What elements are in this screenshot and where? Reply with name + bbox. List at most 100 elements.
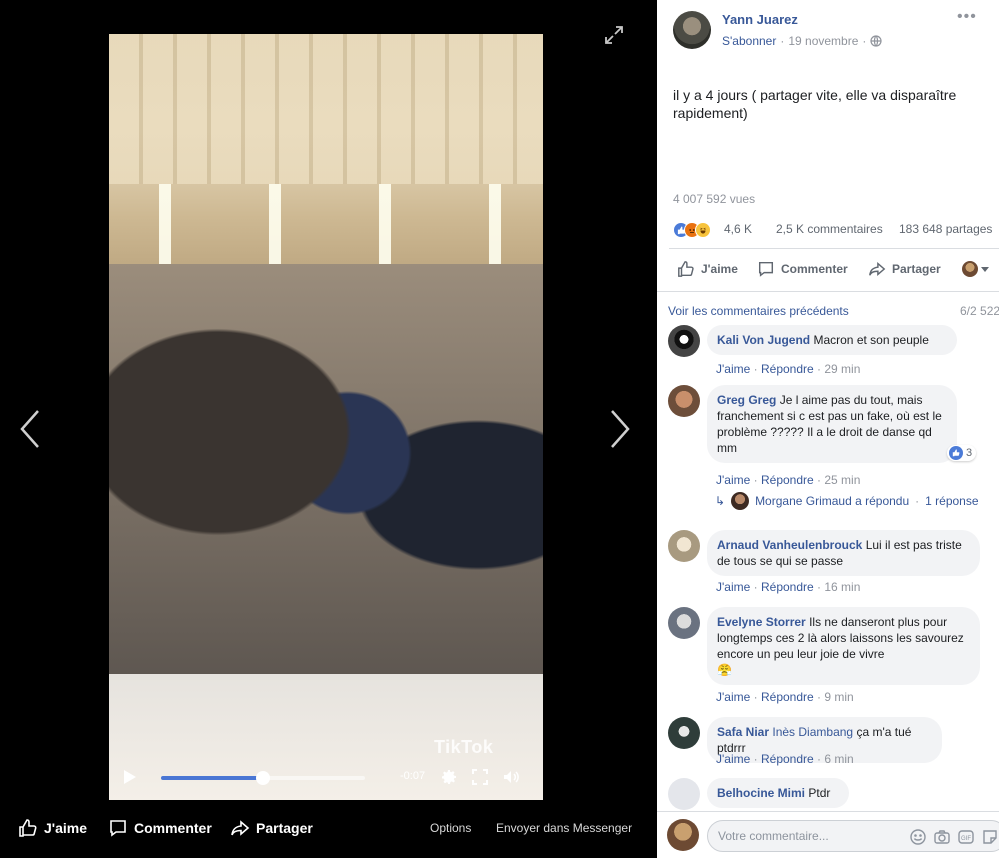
post-meta: S'abonner · 19 novembre · — [722, 34, 882, 48]
options-link[interactable]: Options — [430, 821, 471, 835]
comment-reply-link[interactable]: Répondre — [761, 362, 814, 376]
tiktok-watermark: TikTok — [434, 737, 494, 757]
comment-like-link[interactable]: J'aime — [716, 690, 750, 704]
share-icon — [231, 820, 250, 836]
previous-comments-link[interactable]: Voir les commentaires précédents — [668, 304, 849, 318]
share-label: Partager — [892, 262, 941, 276]
theater-share-label: Partager — [256, 820, 313, 836]
reply-count[interactable]: 1 réponse — [925, 494, 978, 508]
caret-down-icon — [981, 267, 989, 272]
camera-icon[interactable] — [933, 828, 951, 846]
expand-icon[interactable] — [603, 24, 625, 46]
author-avatar[interactable] — [673, 11, 711, 49]
reply-summary[interactable]: ↳ Morgane Grimaud a répondu · 1 réponse — [715, 492, 979, 510]
comment-mention[interactable]: Inès Diambang — [772, 725, 853, 739]
comment-author[interactable]: Arnaud Vanheulenbrouck — [717, 538, 862, 552]
avatar[interactable] — [668, 717, 700, 749]
volume-icon[interactable] — [502, 768, 520, 786]
comment-meta: J'aime · Répondre · 6 min — [716, 752, 854, 766]
comment-like-link[interactable]: J'aime — [716, 580, 750, 594]
comment-reply-link[interactable]: Répondre — [761, 690, 814, 704]
comment-icon — [758, 261, 774, 277]
chevron-left-icon[interactable] — [16, 405, 44, 453]
comment-author[interactable]: Kali Von Jugend — [717, 333, 810, 347]
comment-icon — [110, 820, 126, 837]
comment-like-link[interactable]: J'aime — [716, 752, 750, 766]
chevron-right-icon[interactable] — [606, 405, 634, 453]
avatar — [667, 819, 699, 851]
comment-bubble: Belhocine Mimi Ptdr — [707, 778, 849, 808]
gif-icon[interactable]: GIF — [957, 828, 975, 846]
settings-icon[interactable] — [440, 768, 458, 786]
thumbs-up-icon — [19, 819, 37, 837]
comment-like-badge[interactable]: 3 — [947, 445, 977, 461]
theater-comment-button[interactable]: Commenter — [108, 818, 212, 838]
comment-label: Commenter — [781, 262, 848, 276]
identity-chooser[interactable] — [962, 261, 990, 277]
reply-author[interactable]: Morgane Grimaud a répondu — [755, 494, 909, 508]
more-icon[interactable]: ••• — [957, 8, 977, 26]
theater-like-button[interactable]: J'aime — [18, 818, 87, 838]
seek-bar[interactable] — [161, 771, 365, 785]
comment-reply-link[interactable]: Répondre — [761, 752, 814, 766]
avatar[interactable] — [668, 385, 700, 417]
author-name[interactable]: Yann Juarez — [722, 12, 798, 27]
avatar[interactable] — [668, 778, 700, 810]
seek-handle[interactable] — [256, 771, 270, 785]
comment-bubble: Kali Von Jugend Macron et son peuple — [707, 325, 957, 355]
comment-bubble: Arnaud Vanheulenbrouck Lui il est pas tr… — [707, 530, 980, 576]
comment-time: 9 min — [824, 690, 854, 704]
comment-like-count: 3 — [966, 447, 973, 459]
view-count: 4 007 592 vues — [673, 192, 756, 206]
comment-button[interactable]: Commenter — [757, 260, 848, 278]
reply-separator: · — [915, 494, 920, 508]
comment-author[interactable]: Belhocine Mimi — [717, 786, 805, 800]
reaction-count[interactable]: 4,6 K — [724, 222, 752, 236]
comment-like-link[interactable]: J'aime — [716, 473, 750, 487]
like-reaction-icon — [949, 446, 963, 460]
subscribe-link[interactable]: S'abonner — [722, 34, 776, 48]
comment-time: 25 min — [824, 473, 861, 487]
theater-share-button[interactable]: Partager — [230, 818, 313, 838]
sticker-icon[interactable] — [981, 828, 999, 846]
share-button[interactable]: Partager — [868, 260, 941, 278]
avatar — [731, 492, 750, 510]
share-icon — [869, 262, 886, 276]
comment-text: Macron et son peuple — [813, 333, 929, 347]
meta-separator-2: · — [862, 34, 867, 48]
fullscreen-icon[interactable] — [471, 768, 489, 786]
comment-input[interactable] — [707, 820, 999, 852]
comment-composer: GIF — [657, 811, 999, 858]
meta-separator: · — [780, 34, 785, 48]
comment-author[interactable]: Safa Niar — [717, 725, 769, 739]
comment-time: 29 min — [824, 362, 861, 376]
emoji-icon[interactable] — [909, 828, 927, 846]
avatar[interactable] — [668, 325, 700, 357]
comment-reply-link[interactable]: Répondre — [761, 580, 814, 594]
avatar — [962, 261, 978, 277]
post-date[interactable]: 19 novembre — [788, 34, 858, 48]
reaction-icons[interactable] — [673, 221, 711, 239]
comment-author[interactable]: Greg Greg — [717, 393, 776, 407]
like-button[interactable]: J'aime — [677, 260, 738, 278]
avatar[interactable] — [668, 530, 700, 562]
send-messenger-link[interactable]: Envoyer dans Messenger — [496, 821, 632, 835]
comments-count[interactable]: 2,5 K commentaires — [776, 222, 883, 236]
post-action-bar: J'aime Commenter Partager — [657, 252, 999, 286]
play-icon[interactable] — [123, 769, 137, 785]
svg-text:GIF: GIF — [961, 836, 971, 842]
shares-count[interactable]: 183 648 partages — [899, 222, 992, 236]
comment-meta: J'aime · Répondre · 25 min — [716, 473, 861, 487]
comment-like-link[interactable]: J'aime — [716, 362, 750, 376]
reply-arrow-icon: ↳ — [715, 494, 726, 508]
haha-reaction-icon — [695, 222, 711, 238]
divider — [669, 248, 999, 249]
post-panel: Yann Juarez S'abonner · 19 novembre · ••… — [657, 0, 999, 858]
thumbs-up-icon — [678, 261, 694, 277]
comments-counter: 6/2 522 — [960, 304, 999, 318]
avatar[interactable] — [668, 607, 700, 639]
comment-author[interactable]: Evelyne Storrer — [717, 615, 806, 629]
video-frame[interactable]: TikTok — [109, 34, 543, 800]
comment-reply-link[interactable]: Répondre — [761, 473, 814, 487]
media-theater: TikTok -0:07 J'aime Commenter Partager O… — [0, 0, 657, 858]
